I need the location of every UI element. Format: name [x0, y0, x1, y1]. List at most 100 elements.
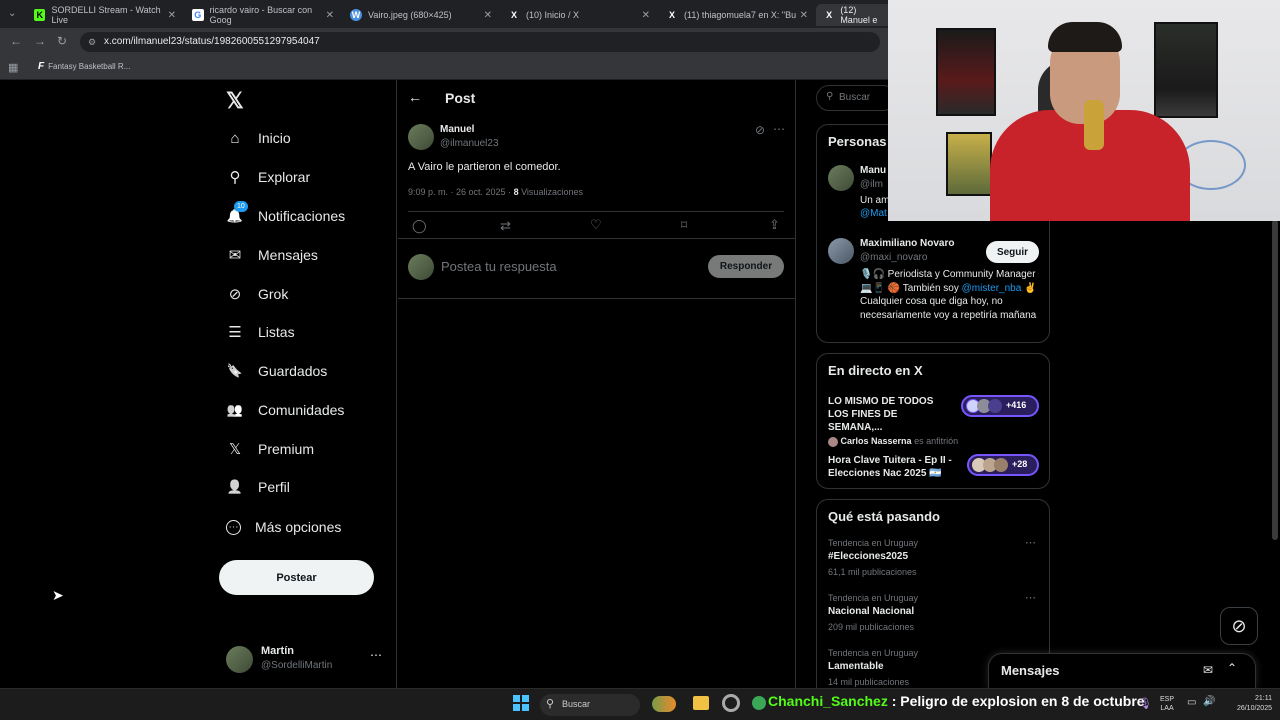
nav-item-mas-opciones[interactable]: ⋯ Más opciones: [226, 515, 341, 539]
tab-title: (12) Manuel e: [840, 5, 878, 25]
nav-item-notificaciones[interactable]: 🔔 10 Notificaciones: [226, 201, 345, 228]
trend-item[interactable]: Tendencia en Uruguay Nacional Nacional 2…: [817, 591, 1049, 639]
nav-label: Comunidades: [258, 402, 345, 418]
avatar[interactable]: [828, 238, 854, 264]
divider: [408, 211, 784, 212]
reply-icon[interactable]: ◯: [412, 218, 427, 234]
follow-button[interactable]: Seguir: [986, 241, 1039, 263]
author-handle[interactable]: @ilmanuel23: [440, 138, 499, 149]
x-logo-icon[interactable]: 𝕏: [226, 88, 244, 114]
nav-item-guardados[interactable]: 🔖 Guardados: [226, 359, 327, 383]
app-icon[interactable]: [752, 696, 766, 710]
person-name[interactable]: Maximiliano Novaro: [860, 238, 954, 249]
account-switcher[interactable]: Martín @SordelliMartin ⋯: [226, 644, 386, 674]
close-icon[interactable]: ✕: [800, 10, 808, 21]
more-horizontal-icon[interactable]: ⋯: [773, 122, 785, 136]
apps-grid-icon[interactable]: ▦: [8, 61, 18, 74]
close-icon[interactable]: ✕: [168, 10, 176, 21]
kick-icon: K: [34, 9, 46, 21]
tab-list-chevron-icon[interactable]: ⌄: [8, 8, 16, 19]
grok-icon: ⊘: [1231, 615, 1247, 636]
views-label: Visualizaciones: [521, 187, 583, 197]
nav-item-mensajes[interactable]: ✉ Mensajes: [226, 243, 318, 267]
live-space-title[interactable]: Hora Clave Tuitera - Ep II - Elecciones …: [828, 454, 960, 480]
tab-title: SORDELLI Stream - Watch Live: [51, 5, 161, 25]
person-bio: Un am: [860, 195, 890, 206]
clock[interactable]: 21:11 26/10/2025: [1222, 694, 1272, 714]
bookmark-fantasy-basketball[interactable]: F Fantasy Basketball R...: [38, 61, 130, 72]
microphone-icon[interactable]: 🎙: [1138, 697, 1152, 710]
messages-drawer[interactable]: Mensajes ✉ ⌃: [988, 653, 1256, 688]
chevron-up-icon[interactable]: ⌃: [1227, 661, 1237, 675]
tab-x-manuel[interactable]: X (12) Manuel e: [816, 4, 896, 26]
grok-icon: ⊘: [228, 286, 242, 303]
tab-vairo-image[interactable]: W Vairo.jpeg (680×425) ✕: [342, 4, 498, 26]
author-name[interactable]: Manuel: [440, 124, 474, 135]
more-horizontal-icon[interactable]: ⋯: [1025, 591, 1036, 604]
nav-item-premium[interactable]: 𝕏 Premium: [226, 437, 314, 461]
language-indicator[interactable]: ESP LAA: [1160, 695, 1174, 713]
network-icon[interactable]: ▭: [1187, 697, 1196, 708]
mention-link[interactable]: @mister_nba: [962, 283, 1022, 294]
grok-icon[interactable]: ⊘: [755, 123, 765, 137]
tab-google-search[interactable]: G ricardo vairo - Buscar con Goog ✕: [184, 4, 340, 26]
tab-sordelli-stream[interactable]: K SORDELLI Stream - Watch Live ✕: [26, 4, 182, 26]
trend-item[interactable]: Tendencia en Uruguay #Elecciones2025 61,…: [817, 536, 1049, 584]
chrome-icon[interactable]: [722, 694, 740, 712]
tab-title: ricardo vairo - Buscar con Goog: [209, 5, 313, 25]
list-icon: ☰: [228, 324, 242, 341]
person-handle: @maxi_novaro: [860, 252, 928, 263]
reply-input[interactable]: Postea tu respuesta: [441, 259, 557, 274]
nav-item-inicio[interactable]: ⌂ Inicio: [226, 126, 290, 150]
close-icon[interactable]: ✕: [326, 10, 334, 21]
like-icon[interactable]: ♡: [590, 217, 602, 233]
taskbar-search[interactable]: ⚲ Buscar: [540, 694, 640, 716]
nav-label: Explorar: [258, 169, 311, 185]
live-listeners-pill[interactable]: +28: [967, 454, 1039, 476]
more-horizontal-icon[interactable]: ⋯: [370, 648, 382, 662]
post-button[interactable]: Postear: [219, 560, 374, 595]
search-placeholder: Buscar: [839, 92, 871, 103]
trend-posts: 14 mil publicaciones: [828, 677, 910, 687]
search-icon: ⚲: [546, 698, 555, 710]
url-field[interactable]: ⚙ x.com/ilmanuel23/status/19826005512979…: [80, 32, 880, 52]
tab-x-thiago[interactable]: X (11) thiagomuela7 en X: "Bu ✕: [658, 4, 814, 26]
back-arrow-icon[interactable]: ←: [10, 34, 22, 48]
tab-x-home[interactable]: X (10) Inicio / X ✕: [500, 4, 656, 26]
widgets-icon[interactable]: [652, 696, 676, 712]
nav-item-listas[interactable]: ☰ Listas: [226, 320, 295, 344]
live-space-title[interactable]: LO MISMO DE TODOS LOS FINES DE SEMANA,..…: [828, 395, 953, 434]
mention-link[interactable]: @Mat: [860, 208, 887, 219]
grok-floating-button[interactable]: ⊘: [1220, 607, 1258, 645]
close-icon[interactable]: ✕: [642, 10, 650, 21]
share-icon[interactable]: ⇪: [769, 217, 780, 233]
lang-code: ESP: [1160, 696, 1175, 703]
reload-icon[interactable]: ↻: [57, 34, 67, 48]
scrollbar[interactable]: [1272, 220, 1278, 540]
forward-arrow-icon[interactable]: →: [34, 34, 46, 48]
reply-button[interactable]: Responder: [708, 255, 784, 278]
more-horizontal-icon[interactable]: ⋯: [1025, 536, 1036, 549]
nav-item-explorar[interactable]: ⚲ Explorar: [226, 165, 311, 189]
nav-item-comunidades[interactable]: 👥 Comunidades: [226, 398, 344, 422]
avatar[interactable]: [828, 165, 854, 191]
windows-start-icon[interactable]: [513, 695, 529, 711]
host-suffix: es anfitrión: [911, 436, 959, 446]
file-explorer-icon[interactable]: [693, 696, 709, 710]
back-arrow-icon[interactable]: ←: [408, 89, 422, 105]
close-icon[interactable]: ✕: [484, 10, 492, 21]
site-info-icon[interactable]: ⚙: [88, 32, 96, 52]
live-listeners-pill[interactable]: +416: [961, 395, 1039, 417]
search-input[interactable]: ⚲ Buscar: [816, 85, 896, 111]
mouse-cursor-icon: ➤: [52, 587, 64, 603]
person-name[interactable]: Manu: [860, 165, 886, 176]
bookmark-icon[interactable]: ⌑: [681, 218, 687, 232]
repost-icon[interactable]: ⇄: [500, 218, 511, 234]
nav-item-perfil[interactable]: 👤 Perfil: [226, 475, 290, 499]
nav-item-grok[interactable]: ⊘ Grok: [226, 282, 289, 306]
x-logo-icon: X: [510, 10, 517, 20]
author-avatar[interactable]: [408, 124, 434, 150]
volume-icon[interactable]: 🔊: [1203, 696, 1215, 707]
nav-label: Listas: [258, 324, 295, 340]
new-message-icon[interactable]: ✉: [1203, 663, 1213, 677]
